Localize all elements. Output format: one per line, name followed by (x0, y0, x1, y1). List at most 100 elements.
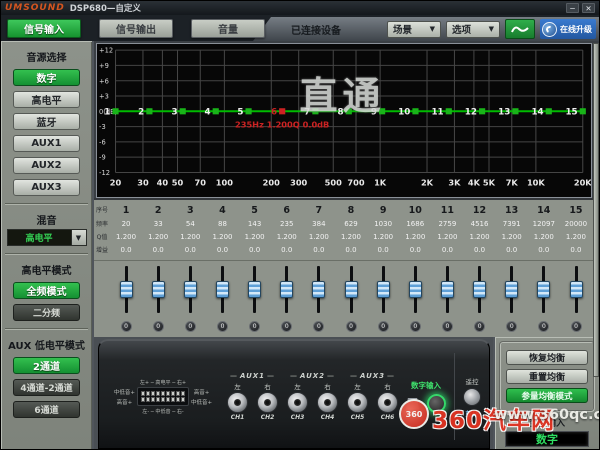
tab-bar: 信号输入信号输出音量 已连接设备 场景 ▼ 选项 ▼ 在线升级 (1, 15, 599, 41)
options-dropdown[interactable]: 选项 ▼ (446, 21, 500, 38)
pin-label: 高音+ (191, 388, 212, 396)
eq-band-column[interactable]: 4881.2000.0 (206, 203, 238, 260)
svg-text:+12: +12 (99, 47, 113, 55)
tab-volume[interactable]: 音量 (191, 19, 265, 38)
toolbar-shelf: 已连接设备 场景 ▼ 选项 ▼ 在线升级 (253, 17, 599, 41)
svg-text:500: 500 (325, 178, 342, 188)
slider-handle[interactable] (409, 281, 422, 298)
gain-slider[interactable]: 0 (496, 261, 528, 337)
minimize-button[interactable]: ─ (566, 3, 579, 13)
gain-knob[interactable]: 0 (410, 321, 421, 332)
mix-value: 高电平 (8, 230, 71, 245)
upload-badge[interactable]: 在线升级 (540, 19, 596, 39)
slider-handle[interactable] (570, 281, 583, 298)
slider-handle[interactable] (216, 281, 229, 298)
gain-slider[interactable]: 0 (142, 261, 174, 337)
gain-slider[interactable]: 0 (174, 261, 206, 337)
eq-band-column[interactable]: 86291.2000.0 (335, 203, 367, 260)
slider-handle[interactable] (280, 281, 293, 298)
slider-handle[interactable] (537, 281, 550, 298)
gain-knob[interactable]: 0 (249, 321, 260, 332)
close-button[interactable]: ✕ (582, 3, 595, 13)
eq-band-column[interactable]: 1201.2000.0 (110, 203, 142, 260)
slider-handle[interactable] (377, 281, 390, 298)
gain-slider[interactable]: 0 (239, 261, 271, 337)
mix-label: 混音 (1, 212, 92, 227)
eq-band-column[interactable]: 1245161.2000.0 (463, 203, 495, 260)
gain-slider[interactable]: 0 (335, 261, 367, 337)
eq-band-column[interactable]: 910301.2000.0 (367, 203, 399, 260)
eq-band-column[interactable]: 51431.2000.0 (239, 203, 271, 260)
slider-handle[interactable] (473, 281, 486, 298)
svg-text:12: 12 (465, 107, 477, 117)
eq-band-column[interactable]: 1127591.2000.0 (431, 203, 463, 260)
gain-knob[interactable]: 0 (217, 321, 228, 332)
gain-knob[interactable]: 0 (538, 321, 549, 332)
eq-band-column[interactable]: 3541.2000.0 (174, 203, 206, 260)
gain-slider[interactable]: 0 (528, 261, 560, 337)
eq-band-column[interactable]: 15200001.2000.0 (560, 203, 592, 260)
app-logo: UMSOUND (5, 3, 65, 13)
gain-knob[interactable]: 0 (442, 321, 453, 332)
gain-slider[interactable]: 0 (367, 261, 399, 337)
svg-text:50: 50 (172, 178, 184, 188)
slider-handle[interactable] (312, 281, 325, 298)
high-level-mode-label: 高电平模式 (1, 262, 92, 277)
svg-text:700: 700 (347, 178, 364, 188)
slider-handle[interactable] (248, 281, 261, 298)
gain-slider[interactable]: 0 (560, 261, 592, 337)
gain-slider[interactable]: 0 (110, 261, 142, 337)
mode-2ch-button[interactable]: 2通道 (13, 357, 80, 374)
gain-knob[interactable]: 0 (474, 321, 485, 332)
gain-knob[interactable]: 0 (281, 321, 292, 332)
eq-band-column[interactable]: 2331.2000.0 (142, 203, 174, 260)
gain-knob[interactable]: 0 (185, 321, 196, 332)
eq-band-column[interactable]: 62351.2000.0 (271, 203, 303, 260)
mix-dropdown[interactable]: 高电平 ▼ (7, 229, 87, 246)
scrollbar[interactable] (593, 43, 599, 377)
eq-band-column[interactable]: 1016861.2000.0 (399, 203, 431, 260)
gain-slider[interactable]: 0 (271, 261, 303, 337)
gain-slider[interactable]: 0 (464, 261, 496, 337)
gain-knob[interactable]: 0 (506, 321, 517, 332)
slider-handle[interactable] (184, 281, 197, 298)
gain-knob[interactable]: 0 (378, 321, 389, 332)
tab-signal-input[interactable]: 信号输入 (7, 19, 81, 38)
slider-handle[interactable] (120, 281, 133, 298)
gain-knob[interactable]: 0 (313, 321, 324, 332)
source-bluetooth-button[interactable]: 蓝牙 (13, 113, 80, 130)
gain-slider[interactable]: 0 (399, 261, 431, 337)
gain-knob[interactable]: 0 (346, 321, 357, 332)
slider-handle[interactable] (345, 281, 358, 298)
source-aux2-button[interactable]: AUX2 (13, 157, 80, 174)
aux-section: AUX1左CH1右CH2 (227, 372, 278, 421)
slider-handle[interactable] (441, 281, 454, 298)
gain-slider[interactable]: 0 (206, 261, 238, 337)
mode-6ch-button[interactable]: 6通道 (13, 401, 80, 418)
source-aux3-button[interactable]: AUX3 (13, 179, 80, 196)
slider-handle[interactable] (152, 281, 165, 298)
eq-band-column[interactable]: 14120971.2000.0 (528, 203, 560, 260)
reset-eq-button[interactable]: 重置均衡 (506, 369, 588, 384)
rca-jack (227, 392, 248, 413)
source-high-level-button[interactable]: 高电平 (13, 91, 80, 108)
gain-knob[interactable]: 0 (571, 321, 582, 332)
gain-knob[interactable]: 0 (121, 321, 132, 332)
main-area: 20304050701002003005007001K2K3K4K5K7K10K… (94, 41, 599, 449)
restore-eq-button[interactable]: 恢复均衡 (506, 350, 588, 365)
slider-handle[interactable] (505, 281, 518, 298)
eq-graph[interactable]: 20304050701002003005007001K2K3K4K5K7K10K… (96, 43, 592, 198)
two-way-mode-button[interactable]: 二分频 (13, 304, 80, 321)
gain-slider[interactable]: 0 (303, 261, 335, 337)
eq-band-column[interactable]: 1373911.2000.0 (496, 203, 528, 260)
full-range-mode-button[interactable]: 全频模式 (13, 282, 80, 299)
device-connect-button[interactable] (505, 19, 535, 39)
gain-knob[interactable]: 0 (153, 321, 164, 332)
gain-slider[interactable]: 0 (431, 261, 463, 337)
source-digital-button[interactable]: 数字 (13, 69, 80, 86)
tab-signal-output[interactable]: 信号输出 (99, 19, 173, 38)
eq-band-column[interactable]: 73841.2000.0 (303, 203, 335, 260)
mode-4ch-2ch-button[interactable]: 4通道-2通道 (13, 379, 80, 396)
source-aux1-button[interactable]: AUX1 (13, 135, 80, 152)
scene-dropdown[interactable]: 场景 ▼ (387, 21, 441, 38)
